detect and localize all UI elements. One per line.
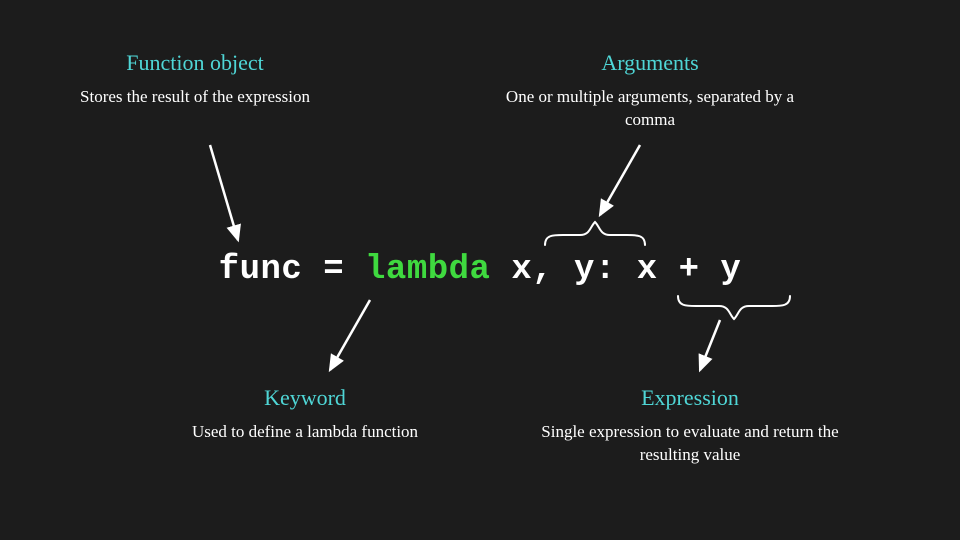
annotation-title: Function object — [45, 50, 345, 76]
annotation-expression: Expression Single expression to evaluate… — [540, 385, 840, 467]
code-expression: x + y — [637, 251, 742, 289]
brace-args — [545, 222, 645, 245]
annotation-desc: Used to define a lambda function — [155, 421, 455, 444]
code-func-name: func — [219, 251, 303, 289]
arrow-arguments — [600, 145, 640, 215]
code-colon: : — [595, 251, 637, 289]
annotation-title: Expression — [540, 385, 840, 411]
annotation-title: Arguments — [500, 50, 800, 76]
annotation-desc: One or multiple arguments, separated by … — [500, 86, 800, 132]
code-eq: = — [302, 251, 365, 289]
annotation-function-object: Function object Stores the result of the… — [45, 50, 345, 109]
annotation-desc: Stores the result of the expression — [45, 86, 345, 109]
annotation-title: Keyword — [155, 385, 455, 411]
code-keyword: lambda — [365, 251, 490, 289]
annotation-arguments: Arguments One or multiple arguments, sep… — [500, 50, 800, 132]
arrow-expression — [700, 320, 720, 370]
arrow-function-object — [210, 145, 238, 240]
annotation-keyword: Keyword Used to define a lambda function — [155, 385, 455, 444]
brace-expression — [678, 296, 790, 319]
arrow-keyword — [330, 300, 370, 370]
code-space — [490, 251, 511, 289]
annotation-desc: Single expression to evaluate and return… — [540, 421, 840, 467]
code-line: func = lambda x, y: x + y — [219, 251, 742, 289]
code-args: x, y — [511, 251, 595, 289]
